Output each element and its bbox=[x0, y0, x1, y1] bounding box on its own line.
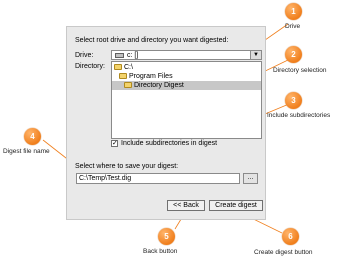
back-button[interactable]: << Back bbox=[167, 200, 205, 211]
directory-label: Directory: bbox=[75, 63, 105, 70]
callout-3-label: Include subdirectories bbox=[267, 112, 331, 119]
callout-2: 2 bbox=[285, 46, 302, 63]
directory-list[interactable]: C:\ Program Files Directory Digest bbox=[111, 61, 262, 139]
drive-select[interactable]: c: [] ▼ bbox=[111, 50, 262, 60]
include-subdirs-label: Include subdirectories in digest bbox=[121, 140, 218, 147]
browse-button[interactable]: ... bbox=[243, 173, 258, 184]
folder-icon bbox=[114, 64, 122, 71]
callout-2-label: Directory selection bbox=[273, 67, 327, 74]
folder-icon bbox=[124, 82, 132, 89]
directory-item-label: C:\ bbox=[124, 64, 133, 71]
digest-path-input[interactable]: C:\Temp\Test.dig bbox=[76, 173, 240, 184]
callout-1: 1 bbox=[285, 3, 302, 20]
drive-value: c: [] bbox=[127, 52, 139, 59]
callout-1-label: Drive bbox=[285, 23, 301, 30]
directory-item-label: Directory Digest bbox=[134, 82, 184, 89]
dialog-header: Select root drive and directory you want… bbox=[75, 37, 229, 44]
callout-6: 6 bbox=[282, 228, 299, 245]
checkmark-icon: ✓ bbox=[112, 140, 118, 147]
callout-4: 4 bbox=[24, 128, 41, 145]
directory-item-label: Program Files bbox=[129, 73, 173, 80]
folder-icon bbox=[119, 73, 127, 80]
callout-4-label: Digest file name bbox=[3, 148, 50, 155]
chevron-down-icon[interactable]: ▼ bbox=[250, 51, 261, 59]
drive-icon bbox=[115, 53, 124, 58]
callout-3: 3 bbox=[285, 92, 302, 109]
drive-label: Drive: bbox=[75, 52, 94, 59]
callout-5: 5 bbox=[158, 228, 175, 245]
directory-item-directory-digest[interactable]: Directory Digest bbox=[112, 81, 261, 90]
directory-item-program-files[interactable]: Program Files bbox=[119, 72, 173, 81]
callout-5-label: Back button bbox=[143, 248, 178, 255]
save-location-label: Select where to save your digest: bbox=[75, 163, 179, 170]
callout-6-label: Create digest button bbox=[254, 249, 313, 256]
directory-item-root[interactable]: C:\ bbox=[114, 63, 133, 72]
include-subdirs-checkbox[interactable]: ✓ bbox=[111, 140, 118, 147]
create-digest-button[interactable]: Create digest bbox=[209, 200, 263, 211]
